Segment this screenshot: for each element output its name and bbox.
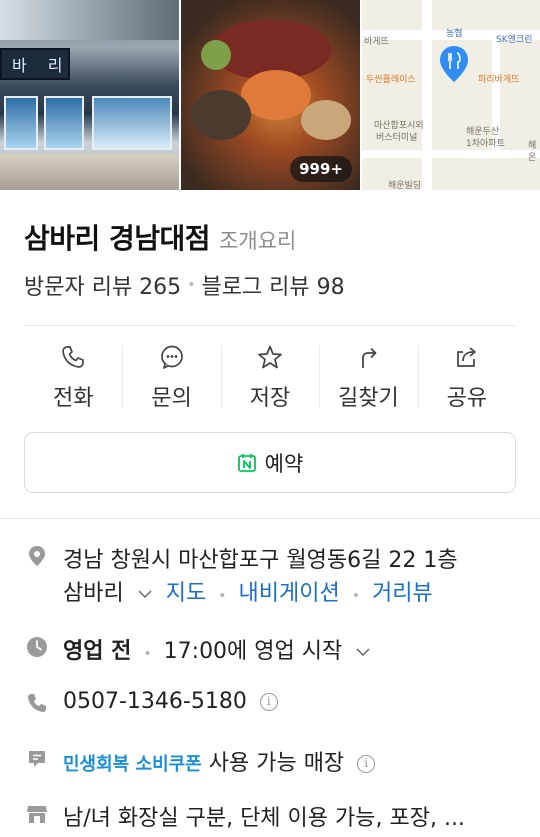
map-label: 1차아파트 [466, 139, 505, 149]
reserve-label: 예약 [264, 451, 304, 476]
share-button[interactable]: 공유 [417, 338, 516, 418]
save-label: 저장 [249, 386, 291, 411]
hours-status: 영업 전 [63, 639, 132, 664]
phone-row[interactable]: 0507-1346-5180 i [63, 689, 278, 714]
store-icon [27, 806, 47, 823]
directions-icon [362, 347, 377, 368]
map-label: 바게뜨 [364, 37, 389, 47]
info-icon[interactable]: i [259, 693, 278, 711]
storefront-sign: 바 리 [12, 56, 71, 75]
divider [24, 325, 516, 326]
map-label: 해운빌딩 [388, 181, 422, 190]
street-view-link[interactable]: 거리뷰 [372, 581, 433, 606]
map-label: SK엔크린 [496, 35, 533, 45]
hours-detail: 17:00에 영업 시작 [163, 639, 343, 664]
phone-number[interactable]: 0507-1346-5180 [63, 689, 247, 714]
directions-label: 길찾기 [338, 386, 399, 411]
map-pin-icon [440, 46, 468, 82]
info-icon[interactable]: i [357, 755, 376, 773]
inquiry-label: 문의 [151, 386, 192, 411]
map-link[interactable]: 지도 [166, 581, 206, 606]
chat-icon [160, 345, 183, 369]
phone-icon [28, 694, 46, 712]
coupon-icon [29, 751, 45, 767]
chevron-down-icon[interactable] [355, 646, 371, 658]
navigation-link[interactable]: 내비게이션 [238, 581, 339, 606]
inquiry-button[interactable]: 문의 [122, 338, 220, 418]
share-icon [456, 347, 476, 367]
star-icon [258, 345, 282, 369]
map-label: 두씬플레이스 [366, 75, 416, 85]
coupon-link[interactable]: 민생회복 소비쿠폰 [63, 754, 202, 775]
hours-row[interactable]: 영업 전 • 17:00에 영업 시작 [63, 633, 371, 665]
coupon-row: 민생회복 소비쿠폰 사용 가능 매장 i [63, 745, 376, 777]
review-summary: 방문자 리뷰 265 • 블로그 리뷰 98 [24, 269, 345, 301]
clock-icon [27, 637, 47, 657]
action-bar: 전화 문의 저장 길찾기 공유 [24, 338, 516, 418]
map-label: 농협 [446, 29, 463, 39]
save-button[interactable]: 저장 [220, 338, 319, 418]
reserve-button[interactable]: 예약 [24, 432, 516, 493]
address-line: 경남 창원시 마산합포구 월영동6길 22 1층 [63, 548, 458, 573]
amenities-row[interactable]: 남/녀 화장실 구분, 단체 이용 가능, 포장, ... [63, 800, 465, 832]
address-line-2: 삼바리 [63, 581, 124, 606]
map-label: 파리바게뜨 [478, 75, 520, 85]
share-label: 공유 [446, 386, 488, 411]
chevron-down-icon[interactable] [137, 588, 153, 600]
naver-booking-icon [237, 453, 256, 472]
phone-icon [62, 346, 85, 368]
place-name: 삼바리 경남대점 [24, 222, 211, 255]
blog-review-link[interactable]: 블로그 리뷰 98 [201, 269, 344, 301]
coupon-text: 사용 가능 매장 [208, 751, 345, 776]
section-divider [0, 518, 540, 519]
directions-button[interactable]: 길찾기 [319, 338, 417, 418]
map-label: 버스터미널 [376, 133, 418, 143]
storefront-photo[interactable]: 바 리 [0, 0, 179, 190]
call-label: 전화 [52, 386, 94, 411]
food-photo[interactable]: 999+ [181, 0, 360, 190]
address-detail-row: 삼바리 지도 • 내비게이션 • 거리뷰 [63, 581, 433, 606]
photo-count-badge: 999+ [290, 156, 352, 182]
place-category: 조개요리 [219, 229, 297, 253]
location-pin-icon [29, 546, 45, 566]
place-header: 삼바리 경남대점 조개요리 [24, 217, 296, 257]
photo-strip: 바 리 999+ 바게뜨 농협 SK엔크린 두씬플레이스 파리바게뜨 마산합포시… [0, 0, 540, 190]
visitor-review-link[interactable]: 방문자 리뷰 265 [24, 269, 181, 301]
map-label: 온 [528, 153, 537, 163]
call-button[interactable]: 전화 [24, 338, 122, 418]
map-thumbnail[interactable]: 바게뜨 농협 SK엔크린 두씬플레이스 파리바게뜨 마산합포시외 버스터미널 해… [362, 0, 540, 190]
